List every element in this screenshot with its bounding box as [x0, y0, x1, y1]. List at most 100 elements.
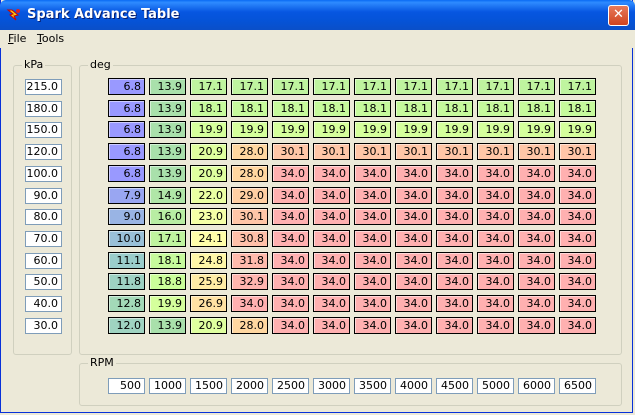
table-cell[interactable]: 19.9 — [354, 121, 391, 138]
table-cell[interactable]: 17.1 — [395, 78, 432, 95]
table-cell[interactable]: 30.1 — [272, 143, 309, 160]
rpm-field[interactable]: 500 — [108, 378, 145, 394]
table-cell[interactable]: 34.0 — [395, 273, 432, 290]
rpm-field[interactable]: 2000 — [231, 378, 268, 394]
table-cell[interactable]: 13.9 — [149, 143, 186, 160]
table-cell[interactable]: 22.0 — [190, 187, 227, 204]
table-cell[interactable]: 34.0 — [354, 317, 391, 334]
table-cell[interactable]: 34.0 — [313, 165, 350, 182]
table-cell[interactable]: 20.9 — [190, 317, 227, 334]
table-cell[interactable]: 13.9 — [149, 317, 186, 334]
table-cell[interactable]: 18.1 — [559, 100, 596, 117]
rpm-field[interactable]: 6000 — [518, 378, 555, 394]
table-cell[interactable]: 23.0 — [190, 208, 227, 225]
table-cell[interactable]: 18.1 — [190, 100, 227, 117]
table-cell[interactable]: 17.1 — [436, 78, 473, 95]
table-cell[interactable]: 17.1 — [477, 78, 514, 95]
table-cell[interactable]: 34.0 — [559, 252, 596, 269]
rpm-field[interactable]: 1500 — [190, 378, 227, 394]
table-cell[interactable]: 18.1 — [313, 100, 350, 117]
table-cell[interactable]: 34.0 — [559, 273, 596, 290]
table-cell[interactable]: 34.0 — [518, 230, 555, 247]
table-cell[interactable]: 19.9 — [518, 121, 555, 138]
kpa-field[interactable]: 150.0 — [25, 122, 62, 138]
table-cell[interactable]: 6.8 — [108, 100, 145, 117]
table-cell[interactable]: 34.0 — [395, 208, 432, 225]
table-cell[interactable]: 30.1 — [395, 143, 432, 160]
table-cell[interactable]: 34.0 — [354, 230, 391, 247]
table-cell[interactable]: 17.1 — [559, 78, 596, 95]
table-cell[interactable]: 34.0 — [477, 295, 514, 312]
table-cell[interactable]: 34.0 — [559, 187, 596, 204]
table-cell[interactable]: 34.0 — [231, 295, 268, 312]
table-cell[interactable]: 17.1 — [518, 78, 555, 95]
table-cell[interactable]: 6.8 — [108, 143, 145, 160]
table-cell[interactable]: 34.0 — [395, 165, 432, 182]
table-cell[interactable]: 34.0 — [477, 230, 514, 247]
table-cell[interactable]: 18.8 — [149, 273, 186, 290]
rpm-field[interactable]: 3000 — [313, 378, 350, 394]
table-cell[interactable]: 34.0 — [354, 295, 391, 312]
table-cell[interactable]: 34.0 — [436, 295, 473, 312]
table-cell[interactable]: 34.0 — [354, 165, 391, 182]
table-cell[interactable]: 34.0 — [313, 208, 350, 225]
table-cell[interactable]: 31.8 — [231, 252, 268, 269]
table-cell[interactable]: 17.1 — [231, 78, 268, 95]
table-cell[interactable]: 34.0 — [313, 230, 350, 247]
rpm-field[interactable]: 4500 — [436, 378, 473, 394]
table-cell[interactable]: 34.0 — [436, 230, 473, 247]
table-cell[interactable]: 30.1 — [231, 208, 268, 225]
table-cell[interactable]: 17.1 — [190, 78, 227, 95]
kpa-field[interactable]: 90.0 — [25, 188, 62, 204]
table-cell[interactable]: 11.8 — [108, 273, 145, 290]
table-cell[interactable]: 34.0 — [272, 317, 309, 334]
table-cell[interactable]: 34.0 — [436, 252, 473, 269]
table-cell[interactable]: 17.1 — [354, 78, 391, 95]
table-cell[interactable]: 34.0 — [559, 317, 596, 334]
table-cell[interactable]: 34.0 — [559, 208, 596, 225]
table-cell[interactable]: 26.9 — [190, 295, 227, 312]
table-cell[interactable]: 19.9 — [149, 295, 186, 312]
table-cell[interactable]: 19.9 — [395, 121, 432, 138]
table-cell[interactable]: 13.9 — [149, 121, 186, 138]
table-cell[interactable]: 34.0 — [559, 165, 596, 182]
menu-tools[interactable]: Tools — [37, 32, 64, 45]
table-cell[interactable]: 32.9 — [231, 273, 268, 290]
rpm-field[interactable]: 1000 — [149, 378, 186, 394]
table-cell[interactable]: 34.0 — [518, 187, 555, 204]
table-cell[interactable]: 34.0 — [477, 273, 514, 290]
table-cell[interactable]: 34.0 — [272, 273, 309, 290]
table-cell[interactable]: 16.0 — [149, 208, 186, 225]
table-cell[interactable]: 12.0 — [108, 317, 145, 334]
table-cell[interactable]: 19.9 — [313, 121, 350, 138]
table-cell[interactable]: 34.0 — [436, 165, 473, 182]
table-cell[interactable]: 24.1 — [190, 230, 227, 247]
table-cell[interactable]: 6.8 — [108, 78, 145, 95]
table-cell[interactable]: 28.0 — [231, 317, 268, 334]
close-button[interactable]: ✕ — [608, 5, 629, 26]
table-cell[interactable]: 20.9 — [190, 143, 227, 160]
table-cell[interactable]: 34.0 — [436, 317, 473, 334]
table-cell[interactable]: 18.1 — [272, 100, 309, 117]
table-cell[interactable]: 34.0 — [313, 252, 350, 269]
table-cell[interactable]: 34.0 — [518, 317, 555, 334]
table-cell[interactable]: 30.1 — [436, 143, 473, 160]
table-cell[interactable]: 34.0 — [272, 165, 309, 182]
table-cell[interactable]: 34.0 — [354, 252, 391, 269]
kpa-field[interactable]: 120.0 — [25, 144, 62, 160]
table-cell[interactable]: 18.1 — [149, 252, 186, 269]
table-cell[interactable]: 12.8 — [108, 295, 145, 312]
rpm-field[interactable]: 5000 — [477, 378, 514, 394]
table-cell[interactable]: 34.0 — [477, 252, 514, 269]
table-cell[interactable]: 34.0 — [395, 187, 432, 204]
rpm-field[interactable]: 3500 — [354, 378, 391, 394]
table-cell[interactable]: 34.0 — [477, 165, 514, 182]
table-cell[interactable]: 30.1 — [518, 143, 555, 160]
table-cell[interactable]: 18.1 — [477, 100, 514, 117]
table-cell[interactable]: 34.0 — [518, 295, 555, 312]
table-cell[interactable]: 13.9 — [149, 165, 186, 182]
table-cell[interactable]: 34.0 — [272, 230, 309, 247]
table-cell[interactable]: 9.0 — [108, 208, 145, 225]
title-bar[interactable]: Spark Advance Table ✕ — [0, 0, 635, 30]
rpm-field[interactable]: 2500 — [272, 378, 309, 394]
